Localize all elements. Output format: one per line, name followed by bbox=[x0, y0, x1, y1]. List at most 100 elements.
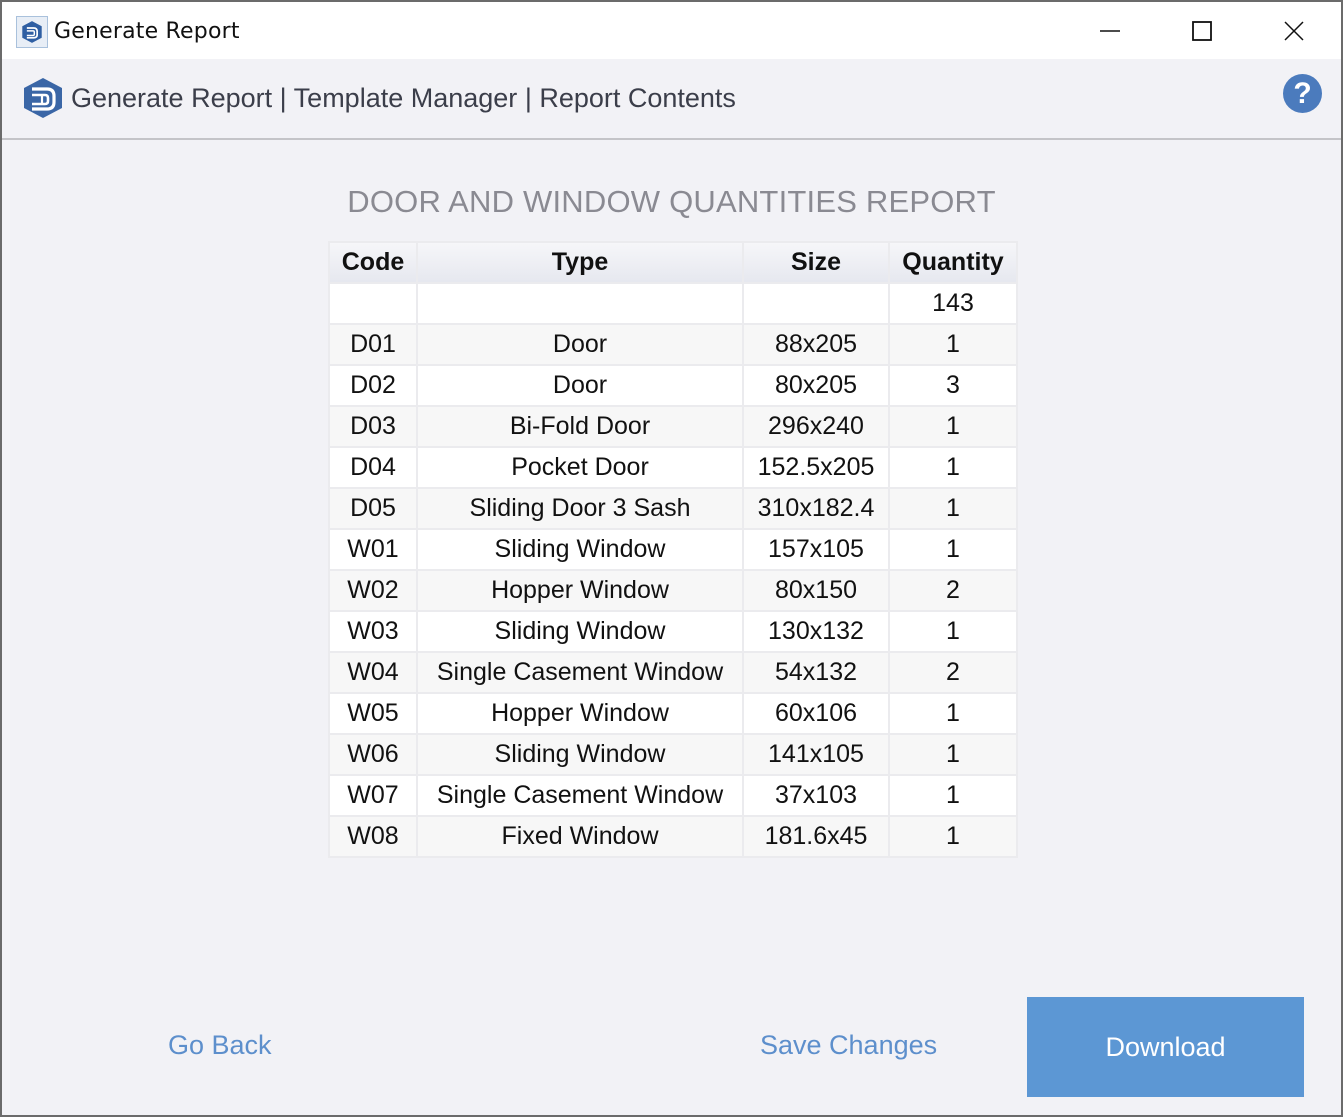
cell-size bbox=[744, 284, 888, 323]
title-bar: Generate Report bbox=[2, 2, 1341, 59]
cell-code: D02 bbox=[330, 366, 416, 405]
cell-size: 60x106 bbox=[744, 694, 888, 733]
cell-total-quantity: 143 bbox=[890, 284, 1016, 323]
cell-size: 141x105 bbox=[744, 735, 888, 774]
cell-code: W07 bbox=[330, 776, 416, 815]
cell-type: Single Casement Window bbox=[418, 776, 742, 815]
cell-size: 54x132 bbox=[744, 653, 888, 692]
cell-code: D05 bbox=[330, 489, 416, 528]
cell-quantity: 1 bbox=[890, 612, 1016, 651]
report-title: DOOR AND WINDOW QUANTITIES REPORT bbox=[347, 184, 996, 219]
cell-size: 296x240 bbox=[744, 407, 888, 446]
close-button[interactable] bbox=[1248, 2, 1340, 59]
table-row: W03 Sliding Window 130x132 1 bbox=[330, 612, 1016, 651]
cell-code: W03 bbox=[330, 612, 416, 651]
breadcrumb-template-manager[interactable]: Template Manager bbox=[294, 83, 518, 113]
cell-type: Fixed Window bbox=[418, 817, 742, 856]
report-table: Code Type Size Quantity 143 D01 Door 88x… bbox=[328, 241, 1018, 858]
table-row: W04 Single Casement Window 54x132 2 bbox=[330, 653, 1016, 692]
cell-quantity: 1 bbox=[890, 694, 1016, 733]
go-back-button[interactable]: Go Back bbox=[168, 1030, 272, 1061]
cell-quantity: 1 bbox=[890, 448, 1016, 487]
cell-quantity: 1 bbox=[890, 407, 1016, 446]
window-title: Generate Report bbox=[54, 19, 240, 44]
cell-type: Hopper Window bbox=[418, 571, 742, 610]
generate-report-window: Generate Report Generate Report | Templa… bbox=[1, 1, 1342, 1116]
column-header-quantity: Quantity bbox=[890, 243, 1016, 282]
cell-code: W04 bbox=[330, 653, 416, 692]
cell-code: W06 bbox=[330, 735, 416, 774]
column-header-type: Type bbox=[418, 243, 742, 282]
cell-quantity: 1 bbox=[890, 735, 1016, 774]
download-label: Download bbox=[1105, 1031, 1226, 1062]
cell-quantity: 1 bbox=[890, 776, 1016, 815]
table-row: D02 Door 80x205 3 bbox=[330, 366, 1016, 405]
app-icon bbox=[16, 16, 48, 48]
cell-type bbox=[418, 284, 742, 323]
cell-size: 80x205 bbox=[744, 366, 888, 405]
table-row: W02 Hopper Window 80x150 2 bbox=[330, 571, 1016, 610]
cell-code: W08 bbox=[330, 817, 416, 856]
cell-type: Door bbox=[418, 325, 742, 364]
table-header-row: Code Type Size Quantity bbox=[330, 243, 1016, 282]
breadcrumb-separator: | bbox=[524, 83, 540, 113]
maximize-button[interactable] bbox=[1156, 2, 1248, 59]
cell-quantity: 2 bbox=[890, 653, 1016, 692]
download-button[interactable]: Download bbox=[1027, 997, 1304, 1097]
cell-type: Bi-Fold Door bbox=[418, 407, 742, 446]
table-row: D01 Door 88x205 1 bbox=[330, 325, 1016, 364]
cell-type: Sliding Window bbox=[418, 530, 742, 569]
cell-code: W05 bbox=[330, 694, 416, 733]
table-row: W07 Single Casement Window 37x103 1 bbox=[330, 776, 1016, 815]
cell-size: 37x103 bbox=[744, 776, 888, 815]
cell-type: Door bbox=[418, 366, 742, 405]
cell-type: Hopper Window bbox=[418, 694, 742, 733]
cell-quantity: 1 bbox=[890, 489, 1016, 528]
breadcrumb-report-contents[interactable]: Report Contents bbox=[539, 83, 736, 113]
table-row: D04 Pocket Door 152.5x205 1 bbox=[330, 448, 1016, 487]
breadcrumb: Generate Report | Template Manager | Rep… bbox=[71, 83, 736, 114]
cell-type: Sliding Window bbox=[418, 612, 742, 651]
cell-size: 181.6x45 bbox=[744, 817, 888, 856]
table-row: W08 Fixed Window 181.6x45 1 bbox=[330, 817, 1016, 856]
help-icon: ? bbox=[1293, 76, 1312, 110]
close-icon bbox=[1284, 20, 1304, 41]
cell-code: D01 bbox=[330, 325, 416, 364]
cell-quantity: 1 bbox=[890, 325, 1016, 364]
table-row: W06 Sliding Window 141x105 1 bbox=[330, 735, 1016, 774]
save-changes-button[interactable]: Save Changes bbox=[760, 1030, 937, 1061]
cell-size: 80x150 bbox=[744, 571, 888, 610]
cell-code: W02 bbox=[330, 571, 416, 610]
breadcrumb-generate-report[interactable]: Generate Report bbox=[71, 83, 272, 113]
maximize-icon bbox=[1192, 20, 1212, 41]
sketchup-logo-icon bbox=[24, 78, 62, 118]
cell-quantity: 3 bbox=[890, 366, 1016, 405]
cell-type: Single Casement Window bbox=[418, 653, 742, 692]
cell-size: 157x105 bbox=[744, 530, 888, 569]
cell-quantity: 2 bbox=[890, 571, 1016, 610]
cell-type: Pocket Door bbox=[418, 448, 742, 487]
cell-size: 310x182.4 bbox=[744, 489, 888, 528]
column-header-code: Code bbox=[330, 243, 416, 282]
sketchup-logo-icon bbox=[22, 21, 42, 43]
help-button[interactable]: ? bbox=[1283, 74, 1322, 113]
cell-code: W01 bbox=[330, 530, 416, 569]
table-row: W01 Sliding Window 157x105 1 bbox=[330, 530, 1016, 569]
minimize-icon bbox=[1100, 29, 1120, 32]
breadcrumb-separator: | bbox=[279, 83, 294, 113]
cell-quantity: 1 bbox=[890, 530, 1016, 569]
total-row: 143 bbox=[330, 284, 1016, 323]
cell-size: 88x205 bbox=[744, 325, 888, 364]
minimize-button[interactable] bbox=[1064, 2, 1156, 59]
cell-code: D03 bbox=[330, 407, 416, 446]
column-header-size: Size bbox=[744, 243, 888, 282]
cell-code bbox=[330, 284, 416, 323]
table-row: W05 Hopper Window 60x106 1 bbox=[330, 694, 1016, 733]
cell-quantity: 1 bbox=[890, 817, 1016, 856]
header-bar: Generate Report | Template Manager | Rep… bbox=[2, 59, 1341, 140]
cell-size: 152.5x205 bbox=[744, 448, 888, 487]
cell-size: 130x132 bbox=[744, 612, 888, 651]
cell-code: D04 bbox=[330, 448, 416, 487]
cell-type: Sliding Door 3 Sash bbox=[418, 489, 742, 528]
table-row: D05 Sliding Door 3 Sash 310x182.4 1 bbox=[330, 489, 1016, 528]
